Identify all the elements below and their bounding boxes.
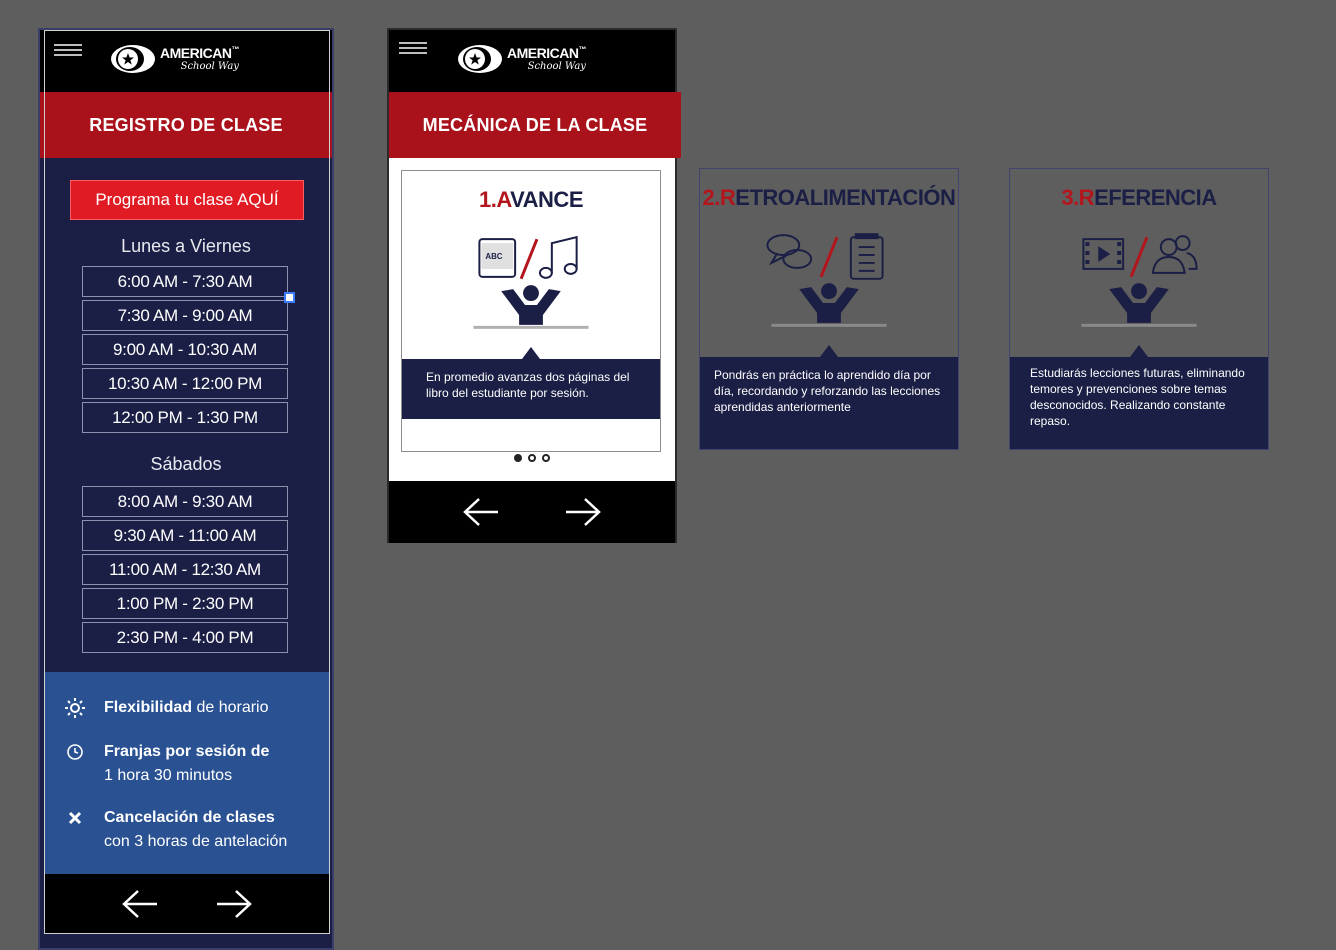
weekday-label: Lunes a Viernes — [121, 236, 251, 256]
card-retroalimentacion: 2.RETROALIMENTACIÓN Pondrás en práctica … — [699, 168, 959, 450]
selection-handle[interactable] — [284, 292, 295, 303]
student-icon — [473, 285, 589, 329]
hamburger-menu-icon[interactable] — [54, 44, 82, 58]
book-music-icon: ABC — [478, 235, 578, 280]
brand-tm: ™ — [231, 45, 239, 54]
time-slot[interactable]: 6:00 AM - 7:30 AM — [82, 266, 288, 297]
card-title-text: VANCE — [510, 187, 583, 212]
carousel-dots — [389, 454, 675, 462]
mecanica-screen: AMERICAN™ School Way MECÁNICA DE LA CLAS… — [387, 28, 681, 543]
benefit-item: Flexibilidad de horario — [64, 696, 269, 720]
carousel-dot[interactable] — [514, 454, 522, 462]
brand-logo: AMERICAN™ School Way — [457, 44, 586, 74]
benefit-text: de horario — [192, 699, 269, 716]
time-slot[interactable]: 9:30 AM - 11:00 AM — [82, 520, 288, 551]
saturday-label: Sábados — [150, 454, 222, 474]
brand-sub: School Way — [527, 61, 586, 72]
card-title: 2.RETROALIMENTACIÓN — [700, 185, 958, 211]
time-slot[interactable]: 11:00 AM - 12:30 AM — [82, 554, 288, 585]
bottom-nav — [389, 481, 675, 543]
benefit-bold: Franjas por sesión de — [104, 743, 270, 760]
benefit-line2: 1 hora 30 minutos — [104, 767, 233, 784]
student-icon — [1081, 283, 1197, 327]
student-icon — [771, 283, 887, 327]
chat-notebook-icon — [766, 233, 884, 280]
registro-screen: AMERICAN™ School Way REGISTRO DE CLASE P… — [38, 28, 334, 950]
brand-name: AMERICAN — [507, 45, 579, 61]
brand-tm: ™ — [578, 45, 586, 54]
svg-text:ABC: ABC — [485, 252, 502, 261]
benefits-panel: Flexibilidad de horario Franjas por sesi… — [44, 672, 330, 874]
time-slot[interactable]: 7:30 AM - 9:00 AM — [82, 300, 288, 331]
page-title: REGISTRO DE CLASE — [40, 92, 332, 158]
card-title-text: ETROALIMENTACIÓN — [735, 185, 956, 210]
carousel-dot[interactable] — [542, 454, 550, 462]
card-description: Pondrás en práctica lo aprendido día por… — [700, 345, 958, 449]
brand-sub: School Way — [180, 61, 239, 72]
brand-logo: AMERICAN™ School Way — [110, 44, 239, 74]
card-avance: 1.AVANCE ABC En promedio avanzas dos pág… — [401, 170, 661, 452]
prev-arrow-icon[interactable] — [115, 884, 165, 924]
card-title: 3.REFERENCIA — [1010, 185, 1268, 211]
card-referencia: 3.REFERENCIA Estudiarás lecciones futura… — [1009, 168, 1269, 450]
card-title: 1.AVANCE — [402, 187, 660, 213]
time-slot[interactable]: 10:30 AM - 12:00 PM — [82, 368, 288, 399]
bottom-nav — [44, 874, 330, 934]
schedule-class-button[interactable]: Programa tu clase AQUÍ — [70, 180, 304, 220]
prev-arrow-icon[interactable] — [456, 492, 506, 532]
sun-icon — [64, 697, 86, 719]
time-slot[interactable]: 2:30 PM - 4:00 PM — [82, 622, 288, 653]
next-arrow-icon[interactable] — [209, 884, 259, 924]
brand-name: AMERICAN — [160, 45, 232, 61]
carousel-dot[interactable] — [528, 454, 536, 462]
benefit-item: Franjas por sesión de 1 hora 30 minutos — [64, 740, 269, 788]
time-slot[interactable]: 8:00 AM - 9:30 AM — [82, 486, 288, 517]
card-number: 3.R — [1061, 185, 1095, 210]
clock-icon — [64, 741, 86, 763]
card-description: En promedio avanzas dos páginas del libr… — [402, 347, 660, 419]
page-title: MECÁNICA DE LA CLASE — [389, 92, 681, 158]
time-slot[interactable]: 1:00 PM - 2:30 PM — [82, 588, 288, 619]
time-slot[interactable]: 12:00 PM - 1:30 PM — [82, 402, 288, 433]
top-bar: AMERICAN™ School Way — [389, 30, 675, 92]
next-arrow-icon[interactable] — [558, 492, 608, 532]
time-slot[interactable]: 9:00 AM - 10:30 AM — [82, 334, 288, 365]
benefit-bold: Flexibilidad — [104, 699, 193, 716]
benefit-bold: Cancelación de clases — [104, 809, 275, 826]
card-description: Estudiarás lecciones futuras, eliminando… — [1010, 345, 1268, 449]
logo-mark-icon — [458, 45, 502, 73]
x-icon — [64, 807, 86, 829]
card-title-text: EFERENCIA — [1094, 185, 1217, 210]
card-number: 1.A — [479, 187, 511, 212]
benefit-item: Cancelación de clases con 3 horas de ante… — [64, 806, 287, 854]
top-bar: AMERICAN™ School Way — [40, 30, 332, 92]
hamburger-menu-icon[interactable] — [399, 42, 427, 56]
logo-mark-icon — [111, 45, 155, 73]
card-number: 2.R — [702, 185, 736, 210]
video-users-icon — [1082, 235, 1198, 278]
benefit-line2: con 3 horas de antelación — [104, 833, 288, 850]
